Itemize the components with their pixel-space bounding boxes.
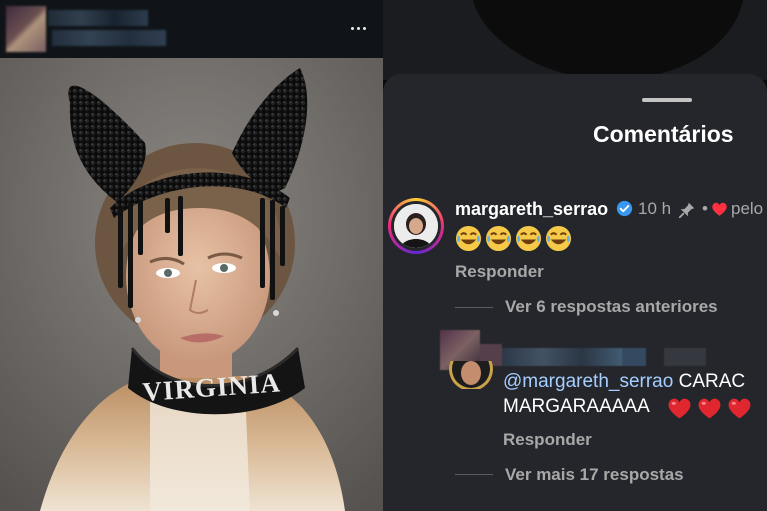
- reply-text-line1: @margareth_serrao CARAC: [503, 371, 745, 393]
- post-image[interactable]: VIRGINIA: [0, 58, 383, 511]
- verified-badge-icon: [616, 200, 633, 217]
- commenter-avatar[interactable]: [388, 198, 444, 254]
- laughing-emoji-icon: [455, 225, 482, 252]
- comments-title: Comentários: [593, 121, 734, 147]
- red-heart-emoji-icon: [728, 398, 751, 419]
- reply-author-avatar[interactable]: [448, 361, 494, 389]
- reply-button-2[interactable]: Responder: [503, 430, 592, 450]
- laughing-emoji-icon: [545, 225, 572, 252]
- reply-text-line2: MARGARAAAAA: [503, 396, 650, 417]
- sheet-drag-handle[interactable]: [642, 98, 692, 102]
- comment-username[interactable]: margareth_serrao: [455, 199, 608, 220]
- laughing-emoji-icon: [485, 225, 512, 252]
- pin-icon: [678, 202, 695, 219]
- heart-icon: [712, 202, 727, 216]
- author-name-pixelated[interactable]: [48, 10, 148, 26]
- author-avatar-pixelated[interactable]: [6, 6, 46, 52]
- more-options-icon[interactable]: [349, 22, 369, 36]
- laughing-emoji-icon: [515, 225, 542, 252]
- meta-separator: •: [702, 199, 708, 218]
- post-preview-beads: [473, 0, 743, 80]
- view-more-replies-link[interactable]: Ver mais 17 respostas: [505, 465, 684, 485]
- reply-text-rest: CARAC: [673, 371, 746, 392]
- thread-line-2: [455, 474, 493, 475]
- reply-button[interactable]: Responder: [455, 262, 544, 282]
- red-heart-emoji-icon: [698, 398, 721, 419]
- liked-by-author-label: pelo: [731, 199, 764, 218]
- post-header: [0, 0, 383, 58]
- thread-line: [455, 307, 493, 308]
- red-heart-emoji-icon: [668, 398, 691, 419]
- post-panel: VIRGINIA: [0, 0, 383, 511]
- author-subtitle-pixelated: [52, 30, 166, 46]
- view-previous-replies-link[interactable]: Ver 6 respostas anteriores: [505, 297, 718, 317]
- comment-time: 10 h: [638, 199, 672, 218]
- mention-link[interactable]: @margareth_serrao: [503, 371, 673, 392]
- post-preview-strip: [383, 0, 767, 80]
